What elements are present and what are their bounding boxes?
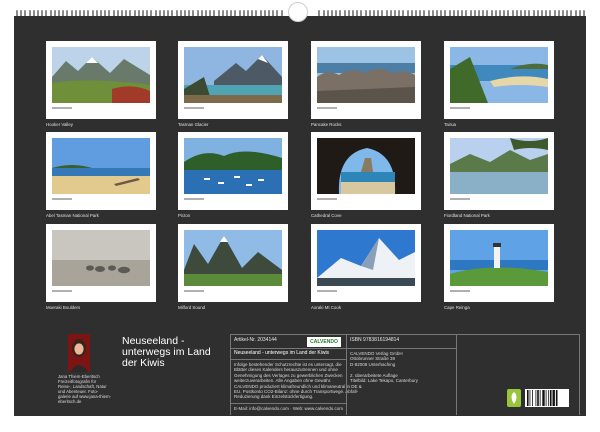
photo-card	[444, 132, 554, 210]
photo-card	[46, 41, 156, 119]
photo-tile: Hooker Valley	[46, 41, 156, 127]
product-info-panel: Artikel-Nr. 2034144 CALVENDO Neuseeland …	[230, 334, 580, 415]
month-label-placeholder	[450, 198, 470, 200]
photo-caption: Pancake Rocks	[311, 122, 342, 127]
month-label-placeholder	[317, 107, 337, 109]
photo-tile: Pancake Rocks	[311, 41, 421, 127]
eco-leaf-icon	[507, 389, 521, 407]
bay-beach-photo	[450, 47, 548, 103]
author-portrait	[68, 334, 90, 372]
month-label-placeholder	[450, 107, 470, 109]
photo-caption: Moeraki Boulders	[46, 305, 81, 310]
photo-caption: Fiordland National Park	[444, 213, 490, 218]
calendar-title: Neuseeland - unterwegs im Land der Kiwis	[122, 335, 211, 369]
hanger-hole	[288, 2, 308, 22]
calendar-overview-board: Hooker Valley Tasman Glacier Pancake Rocks…	[14, 16, 586, 416]
mountain-valley-photo	[52, 47, 150, 103]
photo-card	[178, 132, 288, 210]
month-label-placeholder	[184, 198, 204, 200]
product-column: Artikel-Nr. 2034144 CALVENDO Neuseeland …	[230, 335, 362, 415]
photo-caption: Picton	[178, 213, 191, 218]
photo-tile: Moeraki Boulders	[46, 224, 156, 310]
month-label-placeholder	[52, 198, 72, 200]
photo-caption: Aoraki Mt Cook	[311, 305, 342, 310]
photo-tile: Milford Sound	[178, 224, 288, 310]
publisher-address: CALVENDO Verlag GmbH Ottobrunner Straße …	[350, 351, 403, 367]
photo-card	[311, 132, 421, 210]
edition-notes: 2. überarbeitete Auflage Titelbild: Lake…	[350, 373, 419, 384]
publisher-column: ISBN 9783816194814 CALVENDO Verlag GmbH …	[346, 335, 456, 415]
month-label-placeholder	[450, 290, 470, 292]
photo-card	[444, 224, 554, 302]
photo-card	[444, 41, 554, 119]
author-bio: Jana Thiem-Eberitsch Freizeitfotografin …	[58, 374, 120, 404]
product-title: Neuseeland - unterwegs im Land der Kiwis	[234, 350, 330, 356]
glacier-lake-photo	[184, 47, 282, 103]
photo-caption: Tasman Glacier	[178, 122, 209, 127]
month-label-placeholder	[184, 107, 204, 109]
author-bio-line: eberitsch.de	[58, 399, 82, 404]
photo-tile: Picton	[178, 132, 288, 218]
month-label-placeholder	[317, 198, 337, 200]
photo-caption: Abel Tasman National Park	[46, 213, 99, 218]
fiord-peaks-photo	[184, 230, 282, 286]
photo-tile: Cathedral Cove	[311, 132, 421, 218]
barcode-column	[456, 335, 580, 415]
publisher-logo: CALVENDO	[307, 337, 341, 347]
isbn: ISBN 9783816194814	[350, 337, 400, 343]
photo-tile: Aoraki Mt Cook	[311, 224, 421, 310]
photo-card	[46, 132, 156, 210]
photo-card	[46, 224, 156, 302]
photo-caption: Cape Reinga	[444, 305, 470, 310]
photo-tile: Tairua	[444, 41, 554, 127]
barcode-icon	[525, 389, 569, 407]
month-label-placeholder	[52, 290, 72, 292]
photo-card	[178, 41, 288, 119]
harbour-boats-photo	[184, 138, 282, 194]
photo-tile: Cape Reinga	[444, 224, 554, 310]
photo-tile: Abel Tasman National Park	[46, 132, 156, 218]
photo-card	[178, 224, 288, 302]
calendar-footer: Jana Thiem-Eberitsch Freizeitfotografin …	[50, 334, 580, 415]
product-description: Infolge bestehender Schutzrechte ist es …	[234, 362, 362, 400]
beach-driftwood-photo	[52, 138, 150, 194]
photo-caption: Cathedral Cove	[311, 213, 342, 218]
lighthouse-photo	[450, 230, 548, 286]
month-label-placeholder	[52, 107, 72, 109]
rocky-coast-photo	[317, 47, 415, 103]
month-label-placeholder	[317, 290, 337, 292]
snow-peak-photo	[317, 230, 415, 286]
photo-caption: Hooker Valley	[46, 122, 74, 127]
contact-line: E-Mail: info@calvendo.com · Web: www.cal…	[234, 406, 344, 411]
photo-caption: Tairua	[444, 122, 456, 127]
month-label-placeholder	[184, 290, 204, 292]
photo-tile: Fiordland National Park	[444, 132, 554, 218]
fiord-lake-photo	[450, 138, 548, 194]
photo-card	[311, 224, 421, 302]
photo-caption: Milford Sound	[178, 305, 206, 310]
sea-arch-photo	[317, 138, 415, 194]
photo-card	[311, 41, 421, 119]
foggy-boulders-photo	[52, 230, 150, 286]
photo-tile: Tasman Glacier	[178, 41, 288, 127]
